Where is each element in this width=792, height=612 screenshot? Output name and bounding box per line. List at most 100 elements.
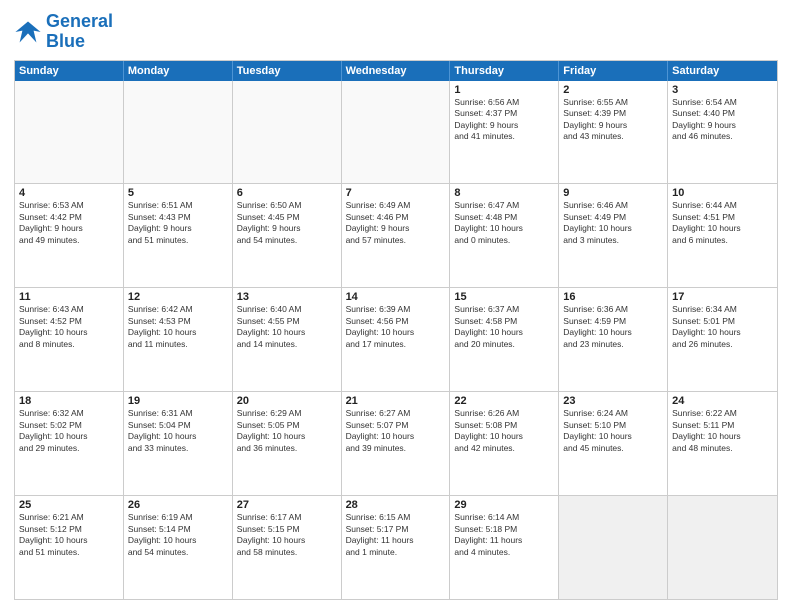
day-info: Sunrise: 6:32 AM Sunset: 5:02 PM Dayligh… (19, 408, 119, 454)
calendar-cell-1: 1Sunrise: 6:56 AM Sunset: 4:37 PM Daylig… (450, 81, 559, 184)
calendar-cell-empty-0-2 (233, 81, 342, 184)
day-info: Sunrise: 6:27 AM Sunset: 5:07 PM Dayligh… (346, 408, 446, 454)
day-info: Sunrise: 6:53 AM Sunset: 4:42 PM Dayligh… (19, 200, 119, 246)
day-info: Sunrise: 6:51 AM Sunset: 4:43 PM Dayligh… (128, 200, 228, 246)
calendar-row-3: 18Sunrise: 6:32 AM Sunset: 5:02 PM Dayli… (15, 392, 777, 496)
day-number: 3 (672, 84, 773, 96)
weekday-header-wednesday: Wednesday (342, 61, 451, 81)
day-info: Sunrise: 6:31 AM Sunset: 5:04 PM Dayligh… (128, 408, 228, 454)
day-info: Sunrise: 6:19 AM Sunset: 5:14 PM Dayligh… (128, 512, 228, 558)
day-number: 13 (237, 291, 337, 303)
weekday-header-friday: Friday (559, 61, 668, 81)
day-number: 15 (454, 291, 554, 303)
day-number: 28 (346, 499, 446, 511)
calendar-cell-29: 29Sunrise: 6:14 AM Sunset: 5:18 PM Dayli… (450, 496, 559, 599)
calendar-cell-28: 28Sunrise: 6:15 AM Sunset: 5:17 PM Dayli… (342, 496, 451, 599)
calendar-cell-13: 13Sunrise: 6:40 AM Sunset: 4:55 PM Dayli… (233, 288, 342, 391)
calendar-cell-8: 8Sunrise: 6:47 AM Sunset: 4:48 PM Daylig… (450, 184, 559, 287)
day-number: 12 (128, 291, 228, 303)
calendar-cell-24: 24Sunrise: 6:22 AM Sunset: 5:11 PM Dayli… (668, 392, 777, 495)
day-number: 19 (128, 395, 228, 407)
day-number: 4 (19, 187, 119, 199)
calendar-row-4: 25Sunrise: 6:21 AM Sunset: 5:12 PM Dayli… (15, 496, 777, 599)
day-info: Sunrise: 6:50 AM Sunset: 4:45 PM Dayligh… (237, 200, 337, 246)
day-info: Sunrise: 6:15 AM Sunset: 5:17 PM Dayligh… (346, 512, 446, 558)
day-info: Sunrise: 6:26 AM Sunset: 5:08 PM Dayligh… (454, 408, 554, 454)
calendar-cell-7: 7Sunrise: 6:49 AM Sunset: 4:46 PM Daylig… (342, 184, 451, 287)
logo-text-blue: Blue (46, 32, 113, 52)
day-info: Sunrise: 6:56 AM Sunset: 4:37 PM Dayligh… (454, 97, 554, 143)
logo-icon (14, 18, 42, 46)
weekday-header-tuesday: Tuesday (233, 61, 342, 81)
calendar-cell-empty-4-5 (559, 496, 668, 599)
day-info: Sunrise: 6:54 AM Sunset: 4:40 PM Dayligh… (672, 97, 773, 143)
calendar-cell-16: 16Sunrise: 6:36 AM Sunset: 4:59 PM Dayli… (559, 288, 668, 391)
calendar-cell-4: 4Sunrise: 6:53 AM Sunset: 4:42 PM Daylig… (15, 184, 124, 287)
weekday-header-monday: Monday (124, 61, 233, 81)
day-number: 26 (128, 499, 228, 511)
logo: General Blue (14, 12, 113, 52)
day-info: Sunrise: 6:43 AM Sunset: 4:52 PM Dayligh… (19, 304, 119, 350)
day-info: Sunrise: 6:46 AM Sunset: 4:49 PM Dayligh… (563, 200, 663, 246)
day-info: Sunrise: 6:14 AM Sunset: 5:18 PM Dayligh… (454, 512, 554, 558)
day-info: Sunrise: 6:40 AM Sunset: 4:55 PM Dayligh… (237, 304, 337, 350)
calendar-cell-17: 17Sunrise: 6:34 AM Sunset: 5:01 PM Dayli… (668, 288, 777, 391)
day-info: Sunrise: 6:44 AM Sunset: 4:51 PM Dayligh… (672, 200, 773, 246)
calendar-cell-25: 25Sunrise: 6:21 AM Sunset: 5:12 PM Dayli… (15, 496, 124, 599)
day-number: 24 (672, 395, 773, 407)
day-number: 23 (563, 395, 663, 407)
calendar-cell-11: 11Sunrise: 6:43 AM Sunset: 4:52 PM Dayli… (15, 288, 124, 391)
day-info: Sunrise: 6:22 AM Sunset: 5:11 PM Dayligh… (672, 408, 773, 454)
day-info: Sunrise: 6:29 AM Sunset: 5:05 PM Dayligh… (237, 408, 337, 454)
day-number: 6 (237, 187, 337, 199)
calendar-body: 1Sunrise: 6:56 AM Sunset: 4:37 PM Daylig… (15, 81, 777, 599)
day-number: 10 (672, 187, 773, 199)
day-number: 18 (19, 395, 119, 407)
calendar-cell-27: 27Sunrise: 6:17 AM Sunset: 5:15 PM Dayli… (233, 496, 342, 599)
day-info: Sunrise: 6:34 AM Sunset: 5:01 PM Dayligh… (672, 304, 773, 350)
day-number: 14 (346, 291, 446, 303)
day-info: Sunrise: 6:17 AM Sunset: 5:15 PM Dayligh… (237, 512, 337, 558)
day-info: Sunrise: 6:47 AM Sunset: 4:48 PM Dayligh… (454, 200, 554, 246)
day-number: 5 (128, 187, 228, 199)
calendar-cell-5: 5Sunrise: 6:51 AM Sunset: 4:43 PM Daylig… (124, 184, 233, 287)
day-number: 2 (563, 84, 663, 96)
calendar-cell-empty-4-6 (668, 496, 777, 599)
calendar-cell-9: 9Sunrise: 6:46 AM Sunset: 4:49 PM Daylig… (559, 184, 668, 287)
day-info: Sunrise: 6:21 AM Sunset: 5:12 PM Dayligh… (19, 512, 119, 558)
day-number: 27 (237, 499, 337, 511)
calendar-cell-23: 23Sunrise: 6:24 AM Sunset: 5:10 PM Dayli… (559, 392, 668, 495)
day-info: Sunrise: 6:36 AM Sunset: 4:59 PM Dayligh… (563, 304, 663, 350)
calendar-cell-6: 6Sunrise: 6:50 AM Sunset: 4:45 PM Daylig… (233, 184, 342, 287)
day-info: Sunrise: 6:37 AM Sunset: 4:58 PM Dayligh… (454, 304, 554, 350)
page: General Blue SundayMondayTuesdayWednesda… (0, 0, 792, 612)
calendar-cell-26: 26Sunrise: 6:19 AM Sunset: 5:14 PM Dayli… (124, 496, 233, 599)
calendar-cell-14: 14Sunrise: 6:39 AM Sunset: 4:56 PM Dayli… (342, 288, 451, 391)
calendar-row-2: 11Sunrise: 6:43 AM Sunset: 4:52 PM Dayli… (15, 288, 777, 392)
calendar-cell-19: 19Sunrise: 6:31 AM Sunset: 5:04 PM Dayli… (124, 392, 233, 495)
day-number: 8 (454, 187, 554, 199)
calendar-row-0: 1Sunrise: 6:56 AM Sunset: 4:37 PM Daylig… (15, 81, 777, 185)
calendar-cell-20: 20Sunrise: 6:29 AM Sunset: 5:05 PM Dayli… (233, 392, 342, 495)
calendar: SundayMondayTuesdayWednesdayThursdayFrid… (14, 60, 778, 600)
calendar-cell-10: 10Sunrise: 6:44 AM Sunset: 4:51 PM Dayli… (668, 184, 777, 287)
calendar-cell-22: 22Sunrise: 6:26 AM Sunset: 5:08 PM Dayli… (450, 392, 559, 495)
day-info: Sunrise: 6:39 AM Sunset: 4:56 PM Dayligh… (346, 304, 446, 350)
calendar-header: SundayMondayTuesdayWednesdayThursdayFrid… (15, 61, 777, 81)
header: General Blue (14, 12, 778, 52)
calendar-cell-21: 21Sunrise: 6:27 AM Sunset: 5:07 PM Dayli… (342, 392, 451, 495)
calendar-cell-3: 3Sunrise: 6:54 AM Sunset: 4:40 PM Daylig… (668, 81, 777, 184)
day-number: 29 (454, 499, 554, 511)
day-number: 21 (346, 395, 446, 407)
day-number: 9 (563, 187, 663, 199)
day-info: Sunrise: 6:24 AM Sunset: 5:10 PM Dayligh… (563, 408, 663, 454)
logo-text-general: General (46, 12, 113, 32)
calendar-cell-15: 15Sunrise: 6:37 AM Sunset: 4:58 PM Dayli… (450, 288, 559, 391)
calendar-cell-12: 12Sunrise: 6:42 AM Sunset: 4:53 PM Dayli… (124, 288, 233, 391)
day-number: 20 (237, 395, 337, 407)
day-number: 25 (19, 499, 119, 511)
day-number: 16 (563, 291, 663, 303)
calendar-cell-empty-0-1 (124, 81, 233, 184)
calendar-cell-2: 2Sunrise: 6:55 AM Sunset: 4:39 PM Daylig… (559, 81, 668, 184)
day-number: 1 (454, 84, 554, 96)
